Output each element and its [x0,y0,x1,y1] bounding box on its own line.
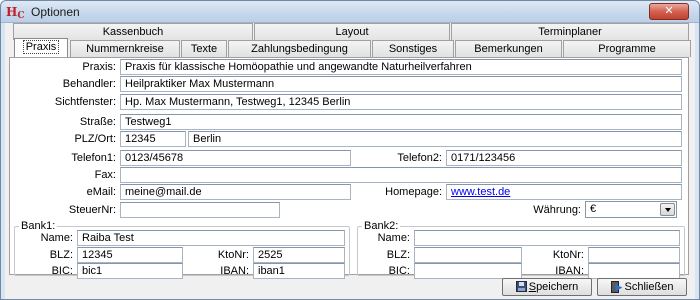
bank2-blz-label: BLZ: [386,249,410,261]
steuernr-field[interactable] [120,202,280,218]
behandler-field[interactable]: Heilpraktiker Max Mustermann [120,76,682,92]
praxis-panel: Praxis: Praxis für klassische Homöopathi… [9,57,689,279]
bank2-blz-field[interactable] [414,247,522,263]
bank1-ktonr-field[interactable]: 2525 [253,247,345,263]
bank2-bic-field[interactable] [414,263,522,279]
dialog-client-area: Kassenbuch Layout Terminplaner Praxis Nu… [5,23,695,299]
bank1-name-field[interactable]: Raiba Test [77,230,345,246]
waehrung-select[interactable]: € [585,201,677,218]
bank1-blz-label: BLZ: [49,249,73,261]
tab-terminplaner[interactable]: Terminplaner [451,23,689,40]
praxis-field[interactable]: Praxis für klassische Homöopathie und an… [120,59,682,75]
chevron-down-icon[interactable] [660,203,675,216]
floppy-disk-icon [515,280,527,292]
exit-door-icon [610,279,623,295]
bank1-bic-label: BIC: [51,265,73,277]
tab-sonstiges[interactable]: Sonstiges [372,40,454,57]
tab-nummernkreise[interactable]: Nummernkreise [70,40,180,57]
bank1-name-label: Name: [40,232,73,244]
window-title: Optionen [31,5,80,19]
fax-field[interactable] [120,167,682,183]
app-logo-icon: HC [6,5,25,21]
close-window-button[interactable]: ✕ [649,3,689,20]
strasse-field[interactable]: Testweg1 [120,114,682,130]
close-button[interactable]: Schließen [597,278,687,296]
tab-texte[interactable]: Texte [181,40,227,57]
sichtfenster-field[interactable]: Hp. Max Mustermann, Testweg1, 12345 Berl… [120,94,682,110]
steuernr-label: SteuerNr: [68,204,116,216]
bank1-iban-field[interactable]: iban1 [253,263,345,279]
homepage-link[interactable]: www.test.de [451,186,510,198]
waehrung-value: € [590,203,597,215]
homepage-field[interactable]: www.test.de [446,184,682,200]
waehrung-label: Währung: [533,204,581,216]
tab-praxis[interactable]: Praxis [14,38,68,58]
telefon1-field[interactable]: 0123/45678 [120,150,351,166]
bank2-iban-label: IBAN: [555,265,584,277]
title-bar: HC Optionen ✕ [1,1,699,23]
fax-label: Fax: [94,169,116,181]
sichtfenster-label: Sichtfenster: [54,96,116,108]
bank1-bic-field[interactable]: bic1 [77,263,183,279]
bank2-group: Bank2: Name: BLZ: KtoNr: BIC: IBAN: [357,220,685,279]
ort-field[interactable]: Berlin [188,131,682,147]
tab-layout[interactable]: Layout [254,23,450,40]
tab-programme[interactable]: Programme [563,40,691,57]
behandler-label: Behandler: [62,78,116,90]
telefon2-field[interactable]: 0171/123456 [446,150,682,166]
plzort-label: PLZ/Ort: [74,133,116,145]
tab-zahlungsbedingung[interactable]: Zahlungsbedingung [228,40,371,57]
bank1-group: Bank1: Name: Raiba Test BLZ: 12345 KtoNr… [14,220,350,279]
praxis-label: Praxis: [82,61,116,73]
bank1-ktonr-label: KtoNr: [217,249,249,261]
email-field[interactable]: meine@mail.de [120,184,351,200]
bank1-iban-label: IBAN: [220,265,249,277]
bank2-bic-label: BIC: [388,265,410,277]
bank2-name-field[interactable] [414,230,680,246]
tab-bemerkungen[interactable]: Bemerkungen [455,40,562,57]
options-window: HC Optionen ✕ Kassenbuch Layout Terminpl… [0,0,700,300]
bank1-blz-field[interactable]: 12345 [77,247,183,263]
bank2-iban-field[interactable] [588,263,680,279]
telefon1-label: Telefon1: [71,152,116,164]
telefon2-label: Telefon2: [397,152,442,164]
plz-field[interactable]: 12345 [120,131,186,147]
save-button[interactable]: Speichern [502,278,592,296]
bank2-name-label: Name: [377,232,410,244]
bank2-ktonr-label: KtoNr: [552,249,584,261]
strasse-label: Straße: [79,116,116,128]
bank2-ktonr-field[interactable] [588,247,680,263]
email-label: eMail: [86,186,116,198]
homepage-label: Homepage: [385,186,442,198]
